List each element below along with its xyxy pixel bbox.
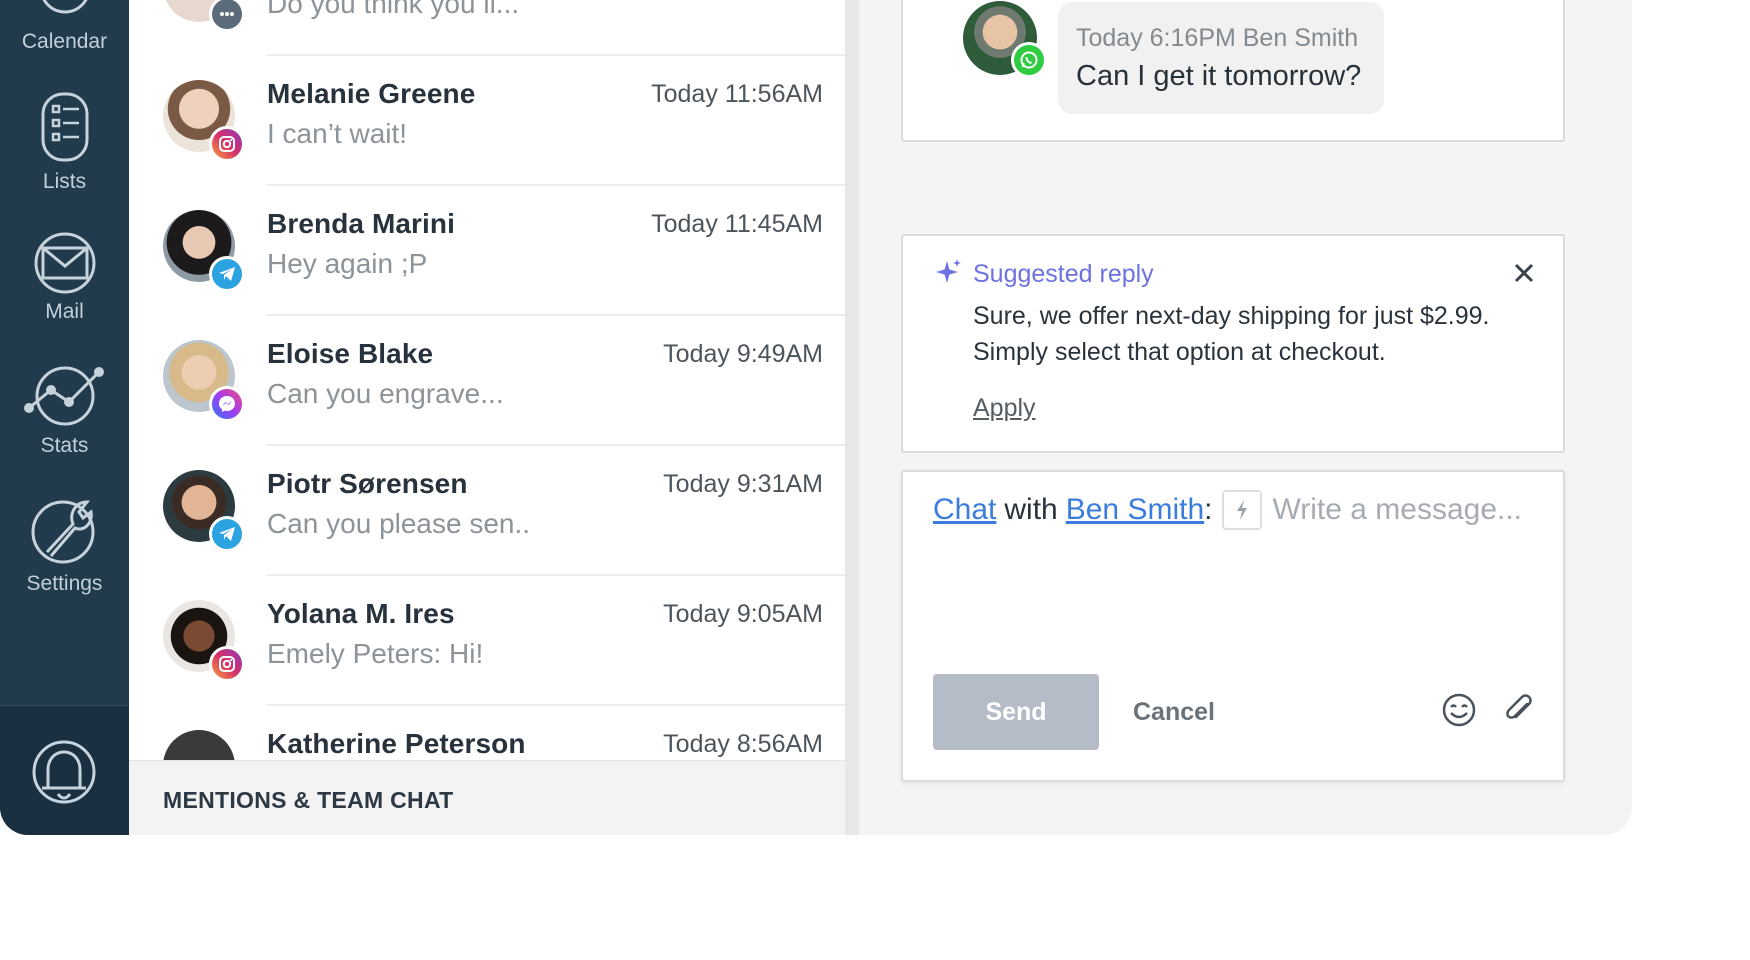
conversation-preview: Can you engrave... [267,378,504,409]
sidebar-item-label: Calendar [21,30,108,53]
conversation-list: Do you think you ll... Melanie Greene To… [129,0,845,835]
app-window: Calendar Lists Mail Stats Settings Do yo… [0,0,1632,835]
conversation-name: Eloise Blake [267,338,434,369]
bell-icon[interactable] [30,734,98,810]
divider [267,314,845,316]
composer-colon: : [1204,493,1213,526]
message-bubble: Today 6:16PM Ben Smith Can I get it tomo… [1058,2,1384,114]
suggested-reply-text: Simply select that option at checkout. [973,338,1386,366]
conversation-name: Yolana M. Ires [267,598,455,629]
sidebar-item-label: Settings [26,572,103,595]
sidebar-item-mail[interactable]: Mail [0,232,129,324]
list-item[interactable]: Brenda Marini Today 11:45AM Hey again ;P [129,184,845,314]
mentions-team-chat-label: MENTIONS & TEAM CHAT [163,787,454,813]
send-button[interactable]: Send [933,674,1099,750]
cancel-button[interactable]: Cancel [1133,698,1215,727]
conversation-time: Today 9:05AM [663,600,823,628]
channel-selector[interactable]: Chat [933,493,996,527]
message-input[interactable] [1272,493,1533,527]
settings-icon [31,500,94,564]
instagram-icon [209,126,245,162]
conversation-name: Piotr Sørensen [267,468,468,499]
divider [267,54,845,56]
chat-icon [209,0,245,32]
divider [267,184,845,186]
conversation-time: Today 9:49AM [663,340,823,368]
sidebar-item-stats[interactable]: Stats [0,362,129,458]
whatsapp-icon [1011,42,1047,78]
sidebar-item-label: Stats [40,434,89,457]
list-icon [41,92,88,162]
divider [267,704,845,706]
suggested-reply-card: Suggested reply Sure, we offer next-day … [901,234,1565,453]
conversation-preview: Hey again ;P [267,248,428,279]
list-item[interactable]: Piotr Sørensen Today 9:31AM Can you plea… [129,444,845,574]
list-item[interactable]: Yolana M. Ires Today 9:05AM Emely Peters… [129,574,845,704]
instagram-icon [209,646,245,682]
paperclip-icon[interactable] [1503,692,1535,728]
composer-with-label: with [1004,493,1058,526]
sidebar-item-label: Lists [42,170,87,193]
suggested-reply-text: Sure, we offer next-day shipping for jus… [973,302,1490,330]
message-text: Can I get it tomorrow? [1076,60,1362,92]
chat-panel: Today 6:16PM Ben Smith Can I get it tomo… [859,0,1632,835]
conversation-preview: Emely Peters: Hi! [267,638,484,669]
list-item[interactable]: Melanie Greene Today 11:56AM I can’t wai… [129,54,845,184]
sidebar-item-label: Mail [45,300,84,323]
conversation-time: Today 9:31AM [663,470,823,498]
sparkle-icon [936,259,961,283]
message-composer: Chat with Ben Smith : Send Cancel [901,470,1565,782]
sidebar-item-settings[interactable]: Settings [0,494,129,596]
close-icon[interactable] [1511,260,1537,286]
conversation-time: Today 11:45AM [651,210,823,238]
conversation-preview: Can you please sen.. [267,508,531,539]
sidebar-item-lists[interactable]: Lists [0,92,129,194]
conversation-time: Today 11:56AM [651,80,823,108]
panel-divider[interactable] [845,0,859,835]
conversation-time: Today 8:56AM [663,730,823,758]
telegram-icon [209,256,245,292]
divider [267,444,845,446]
divider [267,574,845,576]
lightning-icon [1237,500,1248,520]
sidebar: Calendar Lists Mail Stats Settings [0,0,129,835]
mentions-team-chat-tab[interactable]: MENTIONS & TEAM CHAT [129,760,845,835]
mail-icon [34,232,95,294]
emoji-icon[interactable] [1441,692,1477,728]
conversation-preview: Do you think you ll... [267,0,520,19]
message-meta: Today 6:16PM Ben Smith [1076,24,1359,52]
quick-reply-button[interactable] [1222,490,1263,530]
sidebar-footer [0,705,129,835]
conversation-preview: I can’t wait! [267,118,408,149]
messenger-icon [209,386,245,422]
message-card: Today 6:16PM Ben Smith Can I get it tomo… [901,0,1565,142]
calendar-icon [42,0,87,14]
composer-header: Chat with Ben Smith : [933,490,1533,530]
list-item[interactable]: Eloise Blake Today 9:49AM Can you engrav… [129,314,845,444]
stats-icon [23,366,104,426]
contact-selector[interactable]: Ben Smith [1066,493,1204,527]
conversation-name: Brenda Marini [267,208,456,239]
apply-link[interactable]: Apply [973,394,1036,423]
sidebar-item-calendar[interactable]: Calendar [0,0,129,54]
conversation-name: Melanie Greene [267,78,476,109]
suggested-reply-title: Suggested reply [973,260,1154,288]
telegram-icon [209,516,245,552]
conversation-name: Katherine Peterson [267,728,526,759]
list-item[interactable]: Do you think you ll... [129,0,845,54]
